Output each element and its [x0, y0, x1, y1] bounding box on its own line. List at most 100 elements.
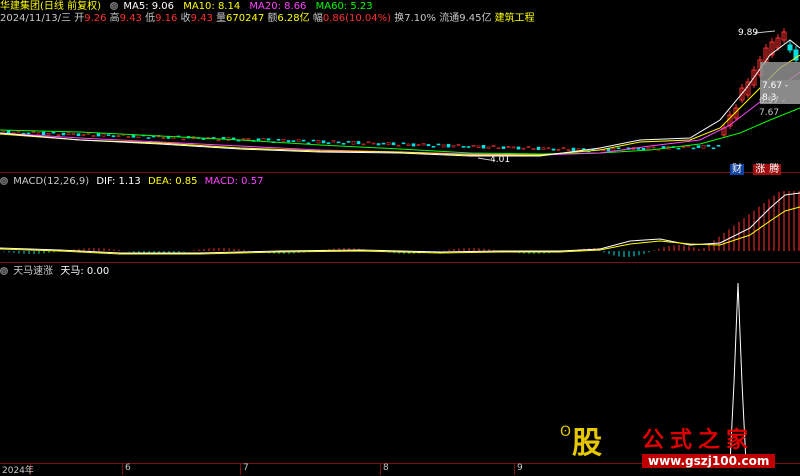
axis-tick-7	[240, 463, 241, 475]
axis-tick-8	[380, 463, 381, 475]
candle	[306, 142, 311, 145]
candle	[546, 147, 551, 150]
candle	[646, 147, 651, 150]
candle	[31, 131, 36, 133]
candle	[346, 141, 351, 143]
candle	[336, 141, 341, 144]
candle	[516, 146, 521, 150]
candle	[636, 148, 641, 150]
candle	[491, 145, 496, 147]
candle	[701, 145, 706, 149]
candle	[451, 145, 456, 148]
candle	[381, 142, 386, 145]
candle	[326, 142, 331, 144]
candle	[416, 144, 421, 146]
low-mark-line	[477, 157, 491, 161]
candle	[76, 133, 81, 137]
candle	[571, 147, 576, 152]
candle	[351, 141, 356, 145]
candle	[471, 144, 476, 147]
candle	[496, 147, 501, 150]
candle	[476, 145, 481, 149]
candle	[501, 146, 506, 149]
macd-dea-line	[0, 206, 800, 255]
candle	[26, 132, 31, 135]
candle	[316, 140, 321, 144]
candle	[421, 143, 426, 146]
candle	[716, 144, 721, 147]
candle	[481, 145, 486, 149]
macd-chart[interactable]	[0, 173, 800, 262]
candle	[441, 144, 446, 148]
candle	[486, 146, 491, 149]
candle	[531, 148, 536, 151]
candle	[276, 139, 281, 141]
candle	[41, 131, 46, 136]
axis-label-8: 8	[383, 463, 389, 473]
axis-label-9: 9	[517, 463, 523, 473]
candle	[551, 148, 556, 151]
candle	[71, 133, 76, 135]
candle	[411, 143, 416, 147]
candle	[456, 144, 461, 146]
candle	[536, 146, 541, 151]
candle	[106, 134, 111, 136]
ma20-line	[0, 71, 800, 156]
candle	[331, 140, 336, 143]
candle	[391, 142, 396, 146]
candle	[341, 143, 346, 145]
candle	[611, 148, 616, 152]
candle	[366, 141, 371, 144]
axis-tick-9	[514, 463, 515, 475]
candle	[431, 145, 436, 148]
candle	[526, 146, 531, 148]
candle	[436, 143, 441, 146]
watermark-url: www.gszj100.com	[642, 454, 776, 468]
candle	[136, 134, 141, 138]
price-box-lower: 6.97 - 7.67	[759, 96, 786, 118]
axis-label-year: 2024年	[2, 466, 34, 476]
candle	[566, 149, 571, 151]
candle	[86, 132, 91, 135]
candle	[126, 136, 131, 138]
candle	[301, 139, 306, 142]
watermark: ʘ 股 公式之家 www.gszj100.com	[560, 418, 800, 475]
candle	[101, 133, 106, 137]
watermark-horn-icon: ʘ	[560, 424, 572, 440]
candle	[696, 145, 701, 148]
candle	[286, 140, 291, 143]
candle	[686, 145, 691, 148]
watermark-text: 公式之家	[642, 427, 755, 453]
candle	[521, 147, 526, 150]
main-kline-chart[interactable]	[0, 0, 800, 172]
candle	[676, 147, 681, 150]
candle	[446, 143, 451, 148]
candle	[466, 146, 471, 148]
candle	[706, 144, 711, 147]
candle	[246, 138, 251, 140]
candle	[461, 146, 466, 148]
candle	[356, 141, 361, 145]
candle	[506, 146, 511, 148]
candle	[581, 148, 586, 150]
candle	[266, 138, 271, 141]
candle	[56, 134, 61, 136]
watermark-gu: 股	[572, 426, 602, 461]
candle	[181, 138, 186, 141]
candle	[511, 146, 516, 149]
candle	[556, 149, 561, 151]
candle	[321, 140, 326, 144]
low-price-mark: 4.01	[490, 155, 511, 165]
candle	[281, 139, 286, 142]
candle	[426, 144, 431, 147]
candle	[36, 132, 41, 135]
ma5-line	[0, 39, 800, 157]
candle	[291, 140, 296, 142]
axis-label-7: 7	[243, 463, 249, 473]
candle	[116, 135, 121, 137]
high-price-mark: 9.89	[738, 28, 759, 38]
ma60-line	[0, 107, 800, 155]
axis-tick-6	[122, 463, 123, 475]
candle	[66, 132, 71, 135]
candle	[651, 146, 656, 149]
